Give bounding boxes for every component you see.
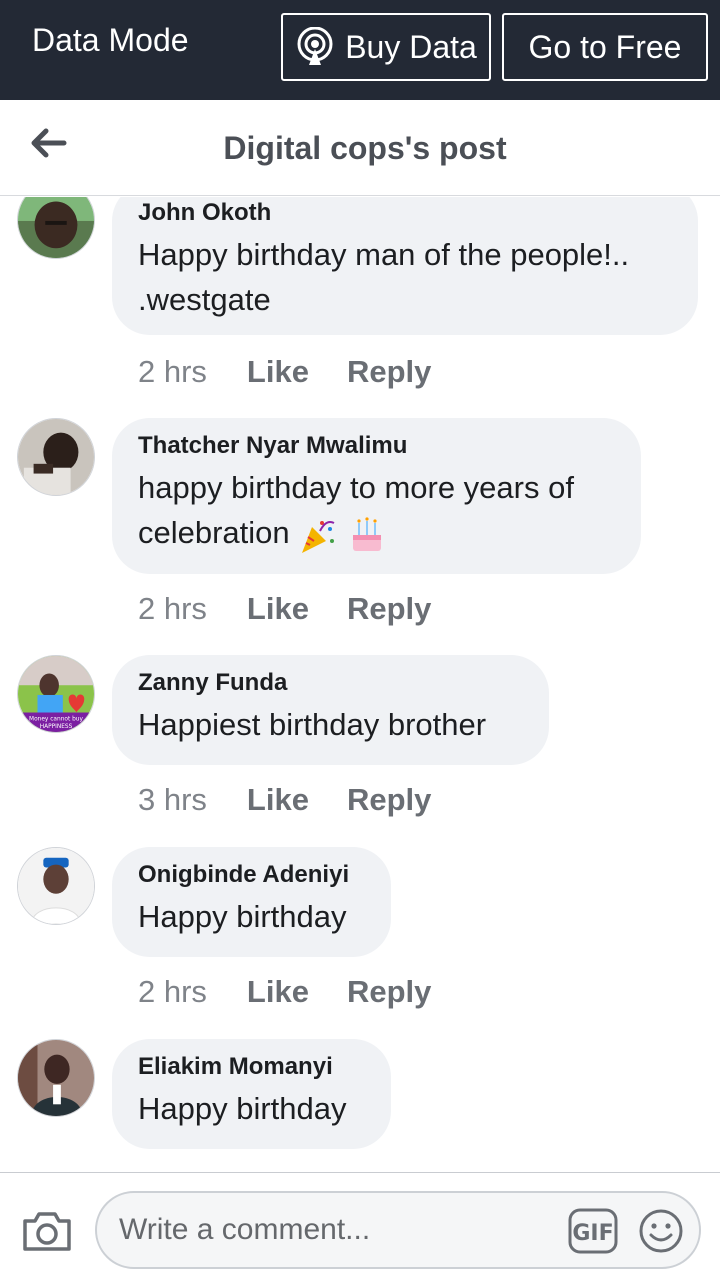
profile-photo [18, 848, 94, 924]
comment-input[interactable]: Write a comment... GIF [95, 1191, 701, 1269]
go-to-free-button[interactable]: Go to Free [502, 13, 708, 81]
comment-bubble[interactable]: Onigbinde Adeniyi Happy birthday [112, 847, 391, 957]
avatar[interactable] [17, 418, 95, 496]
profile-photo [18, 197, 94, 258]
comment-composer: Write a comment... GIF [0, 1172, 720, 1283]
comment-text-line: Happy birthday [138, 1090, 347, 1126]
comment-author[interactable]: John Okoth [138, 199, 672, 228]
comment-text-line: happy birthday to more years of [138, 469, 574, 505]
comment-text-line: Happiest birthday brother [138, 706, 487, 742]
reply-button[interactable]: Reply [347, 974, 431, 1010]
avatar-caption: Money cannot buy [29, 716, 83, 722]
go-to-free-label: Go to Free [528, 28, 682, 65]
comment-actions: 2 hrs Like Reply [138, 972, 469, 1012]
comment-bubble[interactable]: Eliakim Momanyi Happy birthday [112, 1039, 391, 1149]
comment-timestamp[interactable]: 2 hrs [138, 591, 207, 627]
comments-list[interactable]: John Okoth Happy birthday man of the peo… [0, 197, 720, 1172]
avatar[interactable]: Money cannot buy HAPPINESS [17, 655, 95, 733]
comment-author[interactable]: Zanny Funda [138, 669, 523, 698]
reply-button[interactable]: Reply [347, 354, 431, 390]
comment-actions: 2 hrs Like Reply [138, 589, 469, 629]
buy-data-button[interactable]: Buy Data [281, 13, 491, 81]
comment-timestamp[interactable]: 2 hrs [138, 974, 207, 1010]
comment-bubble[interactable]: Thatcher Nyar Mwalimu happy birthday to … [112, 418, 641, 574]
like-button[interactable]: Like [247, 782, 309, 818]
avatar[interactable] [17, 197, 95, 259]
reply-button[interactable]: Reply [347, 591, 431, 627]
camera-icon[interactable] [21, 1209, 73, 1253]
avatar[interactable] [17, 1039, 95, 1117]
gif-icon[interactable]: GIF [567, 1207, 619, 1255]
buy-data-label: Buy Data [345, 28, 477, 65]
comment-author[interactable]: Onigbinde Adeniyi [138, 861, 365, 890]
avatar[interactable] [17, 847, 95, 925]
data-mode-bar: Data Mode Buy Data Go to Free [0, 0, 720, 100]
app-screen: Data Mode Buy Data Go to Free Digital co… [0, 0, 720, 1283]
like-button[interactable]: Like [247, 591, 309, 627]
svg-text:GIF: GIF [572, 1221, 613, 1246]
party-popper-icon [302, 520, 335, 553]
comment-timestamp[interactable]: 2 hrs [138, 354, 207, 390]
comment-text-row: celebration [138, 510, 615, 555]
comment-bubble[interactable]: Zanny Funda Happiest birthday brother [112, 655, 549, 765]
profile-photo [18, 419, 94, 495]
broadcast-icon [297, 27, 333, 65]
comment-author[interactable]: Thatcher Nyar Mwalimu [138, 432, 615, 461]
profile-photo [18, 1040, 94, 1116]
comment-timestamp[interactable]: 3 hrs [138, 782, 207, 818]
avatar-caption: HAPPINESS [40, 724, 73, 730]
reply-button[interactable]: Reply [347, 782, 431, 818]
page-title: Digital cops's post [223, 130, 507, 166]
comment-input-placeholder: Write a comment... [119, 1213, 371, 1246]
data-mode-label: Data Mode [32, 22, 189, 58]
comment-text-line: .westgate [138, 281, 271, 317]
post-header: Digital cops's post [0, 100, 720, 196]
birthday-cake-icon [352, 517, 381, 551]
emoji-picker-icon[interactable] [637, 1207, 685, 1255]
like-button[interactable]: Like [247, 974, 309, 1010]
profile-photo: Money cannot buy HAPPINESS [18, 656, 94, 732]
comment-text-line: Happy birthday man of the people!.. [138, 236, 630, 272]
comment-text-line: celebration [138, 514, 290, 550]
comment-author[interactable]: Eliakim Momanyi [138, 1053, 365, 1082]
comment-actions: 3 hrs Like Reply [138, 780, 469, 820]
comment-actions: 2 hrs Like Reply [138, 352, 469, 392]
comment-bubble[interactable]: John Okoth Happy birthday man of the peo… [112, 197, 698, 335]
like-button[interactable]: Like [247, 354, 309, 390]
comment-text-line: Happy birthday [138, 898, 347, 934]
